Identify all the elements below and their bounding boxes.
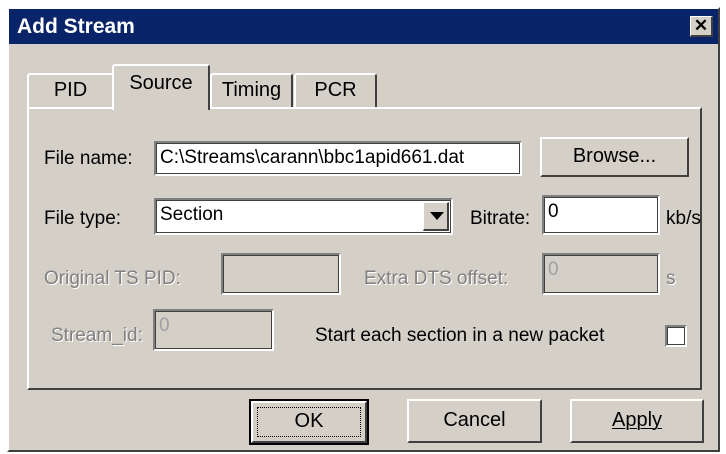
- bitrate-label: Bitrate:: [470, 208, 531, 229]
- browse-button-label: Browse...: [572, 145, 657, 167]
- add-stream-dialog: Add Stream ✕ PID Source Timing PCR File …: [7, 7, 720, 452]
- chevron-down-icon[interactable]: [423, 202, 449, 231]
- close-button[interactable]: ✕: [690, 16, 713, 37]
- file-type-select[interactable]: Section: [154, 198, 453, 235]
- extra-dts-offset-label: Extra DTS offset:: [364, 268, 509, 289]
- tab-pid[interactable]: PID: [27, 73, 114, 109]
- title-bar[interactable]: Add Stream ✕: [9, 9, 718, 44]
- start-each-section-label: Start each section in a new packet: [315, 325, 605, 346]
- stream-id-label: Stream_id:: [51, 325, 143, 346]
- original-ts-pid-input[interactable]: [221, 253, 341, 295]
- extra-dts-offset-input[interactable]: 0: [542, 253, 660, 295]
- ok-button[interactable]: OK: [249, 399, 369, 445]
- cancel-button-label: Cancel: [443, 409, 506, 431]
- cancel-button[interactable]: Cancel: [407, 399, 542, 443]
- apply-button-label: Apply: [611, 409, 663, 431]
- tab-pid-label: PID: [53, 79, 88, 101]
- tab-pcr[interactable]: PCR: [294, 73, 377, 109]
- bitrate-input[interactable]: 0: [542, 195, 660, 235]
- file-type-selected-value: Section: [160, 204, 224, 225]
- original-ts-pid-label: Original TS PID:: [44, 268, 181, 289]
- tab-source[interactable]: Source: [112, 64, 210, 110]
- tab-timing-label: Timing: [221, 79, 282, 101]
- extra-dts-offset-unit: s: [666, 268, 676, 289]
- bitrate-unit: kb/s: [666, 208, 701, 229]
- browse-button[interactable]: Browse...: [540, 137, 689, 177]
- close-icon: ✕: [693, 16, 709, 35]
- file-name-label: File name:: [44, 148, 133, 169]
- file-name-input[interactable]: C:\Streams\carann\bbc1apid661.dat: [154, 141, 522, 176]
- stream-id-input[interactable]: 0: [153, 309, 274, 351]
- apply-button[interactable]: Apply: [570, 399, 704, 443]
- window-title: Add Stream: [17, 15, 135, 38]
- tab-source-label: Source: [129, 72, 193, 94]
- file-type-label: File type:: [44, 208, 122, 229]
- focus-rectangle: [257, 407, 361, 437]
- tab-pcr-label: PCR: [314, 79, 357, 101]
- tab-timing[interactable]: Timing: [210, 73, 293, 109]
- start-each-section-checkbox[interactable]: [665, 325, 687, 347]
